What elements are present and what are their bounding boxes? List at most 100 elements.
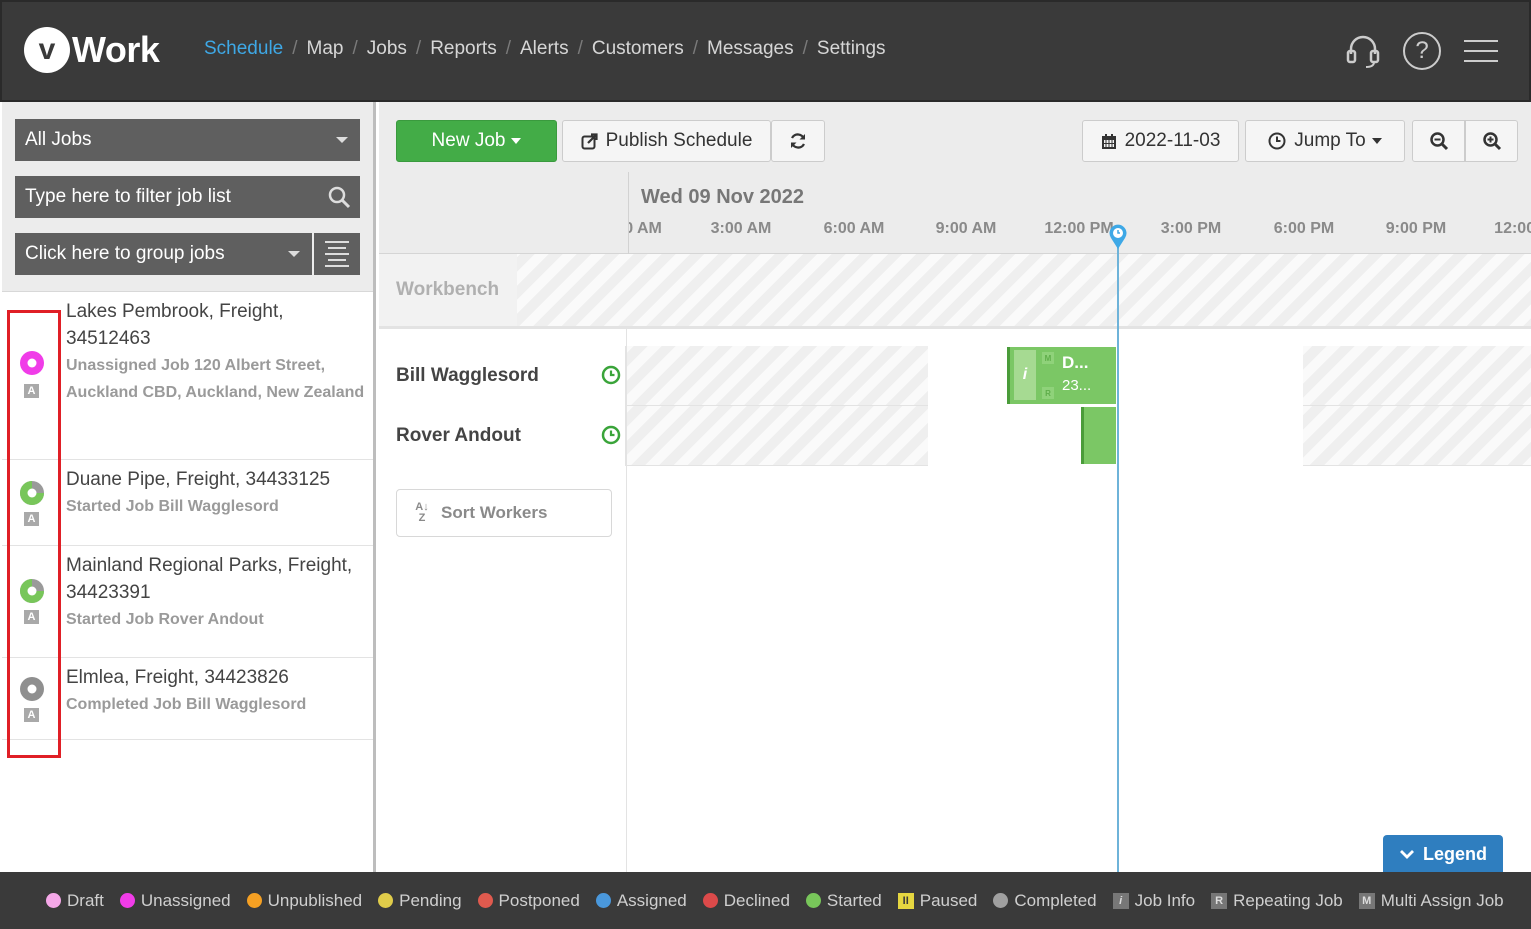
job-info-icon[interactable]: i — [1014, 350, 1036, 400]
nav-messages[interactable]: Messages — [707, 38, 794, 60]
unassigned-dot-icon — [119, 893, 135, 908]
legend-pending: Pending — [378, 890, 462, 911]
time-tick: 3:00 AM — [710, 220, 772, 237]
nav-jobs[interactable]: Jobs — [367, 38, 407, 60]
worker-name-text: Bill Wagglesord — [396, 365, 539, 386]
sort-alpha-icon: A↓Z — [415, 501, 429, 524]
nav-settings[interactable]: Settings — [817, 38, 886, 60]
legend-assigned: Assigned — [595, 890, 687, 911]
legend-job-info: i Job Info — [1112, 890, 1196, 911]
new-job-button[interactable]: New Job — [396, 120, 557, 162]
legend-unpublished: Unpublished — [246, 891, 362, 911]
job-subtitle: Unassigned Job 120 Albert Street, Auckla… — [66, 357, 365, 401]
legend-repeating-job: R Repeating Job — [1211, 891, 1343, 911]
worker-row[interactable]: Bill Wagglesord i M R D... 23... — [379, 346, 1531, 406]
legend-draft: Draft — [46, 891, 104, 911]
job-block[interactable] — [1081, 407, 1116, 464]
legend-label: Unassigned — [140, 890, 231, 910]
job-info-icon: i — [1112, 892, 1129, 909]
job-title: Elmlea, Freight, 34423826 — [66, 667, 289, 688]
job-subtitle: Completed Job Bill Wagglesord — [66, 696, 307, 713]
job-block-title: D... — [1062, 353, 1089, 372]
postponed-dot-icon — [477, 893, 493, 908]
job-subtitle: Started Job Bill Wagglesord — [66, 498, 279, 515]
job-search-placeholder: Type here to filter job list — [25, 186, 231, 207]
zoom-out-icon — [1429, 132, 1448, 151]
worker-row[interactable]: Rover Andout — [379, 406, 1531, 466]
time-tick: 12:00 AM — [1494, 220, 1531, 237]
refresh-icon — [790, 133, 806, 149]
nav-alerts[interactable]: Alerts — [520, 38, 569, 60]
date-picker-button[interactable]: 2022-11-03 — [1082, 120, 1239, 162]
unpublished-dot-icon — [246, 893, 262, 908]
legend-label: Draft — [67, 890, 104, 910]
nav-reports[interactable]: Reports — [430, 38, 497, 60]
zoom-out-button[interactable] — [1412, 120, 1465, 162]
zoom-in-button[interactable] — [1465, 120, 1518, 162]
legend-label: Declined — [723, 890, 790, 910]
time-tick: 12:00 AM — [629, 220, 662, 237]
current-time-marker-icon — [1109, 224, 1127, 249]
help-icon[interactable]: ? — [1403, 32, 1441, 70]
publish-schedule-button[interactable]: Publish Schedule — [562, 120, 771, 162]
time-tick: 6:00 AM — [823, 220, 885, 237]
assigned-dot-icon — [595, 893, 611, 908]
nav-map[interactable]: Map — [307, 38, 344, 60]
legend-unassigned: Unassigned — [119, 890, 231, 911]
top-bar: v Work Schedule / Map / Jobs / Reports /… — [0, 0, 1531, 102]
chevron-down-icon — [511, 138, 522, 144]
legend-toggle-button[interactable]: Legend — [1383, 835, 1503, 873]
job-block[interactable]: i M R D... 23... — [1007, 347, 1116, 404]
legend-label: Job Info — [1134, 890, 1196, 910]
workbench-divider — [379, 326, 1531, 346]
worker-name[interactable]: Rover Andout — [379, 406, 626, 466]
menu-icon[interactable] — [1464, 40, 1498, 64]
time-tick: 6:00 PM — [1273, 220, 1335, 237]
repeating-job-icon: R — [1211, 892, 1228, 909]
legend-label: Paused — [919, 890, 978, 910]
nav-separator: / — [505, 38, 511, 59]
legend-label: Multi Assign Job — [1380, 890, 1504, 910]
legend-postponed: Postponed — [477, 891, 580, 911]
repeating-job-icon: R — [1042, 387, 1054, 399]
vwork-logo[interactable]: v Work — [24, 26, 160, 74]
group-jobs-select[interactable]: Click here to group jobs — [15, 233, 312, 275]
worker-name-text: Rover Andout — [396, 425, 521, 446]
job-filter-value: All Jobs — [25, 129, 92, 150]
calendar-icon — [1101, 133, 1116, 149]
chevron-down-icon — [1371, 138, 1382, 144]
legend-multi-assign-job: M Multi Assign Job — [1358, 890, 1504, 911]
logo-mark: v — [24, 27, 70, 73]
job-title: Duane Pipe, Freight, 34433125 — [66, 469, 331, 490]
group-jobs-label: Click here to group jobs — [25, 243, 225, 264]
time-axis: 12:00 AM 3:00 AM 6:00 AM 9:00 AM 12:00 P… — [628, 172, 1531, 254]
refresh-button[interactable] — [771, 120, 825, 162]
group-options-button[interactable] — [314, 233, 360, 275]
status-legend: Draft Unassigned Unpublished Pending Pos… — [0, 872, 1531, 929]
clock-icon — [601, 365, 621, 385]
headset-icon[interactable] — [1344, 32, 1382, 70]
jump-to-label: Jump To — [1294, 130, 1366, 151]
nav-schedule[interactable]: Schedule — [204, 38, 283, 60]
legend-label: Started — [826, 890, 882, 910]
jump-to-button[interactable]: Jump To — [1245, 120, 1405, 162]
time-tick: 3:00 PM — [1160, 220, 1222, 237]
job-search-input[interactable]: Type here to filter job list — [15, 176, 360, 218]
nav-separator: / — [292, 38, 298, 59]
main-nav: Schedule / Map / Jobs / Reports / Alerts… — [204, 38, 886, 60]
workbench-row[interactable]: Workbench — [379, 254, 1531, 326]
nav-customers[interactable]: Customers — [592, 38, 684, 60]
started-dot-icon — [805, 893, 821, 908]
job-filter-select[interactable]: All Jobs — [15, 119, 360, 161]
declined-dot-icon — [702, 893, 718, 908]
legend-paused: II Paused — [897, 890, 978, 911]
sort-workers-button[interactable]: A↓Z Sort Workers — [396, 489, 612, 537]
time-tick: 9:00 PM — [1385, 220, 1447, 237]
selected-date: 2022-11-03 — [1124, 130, 1221, 151]
legend-label: Assigned — [616, 890, 687, 910]
multi-assign-icon: M — [1042, 352, 1054, 364]
legend-label: Pending — [399, 890, 462, 910]
chevron-down-icon — [336, 137, 348, 143]
chevron-down-icon — [288, 251, 300, 257]
worker-name[interactable]: Bill Wagglesord — [379, 346, 626, 406]
